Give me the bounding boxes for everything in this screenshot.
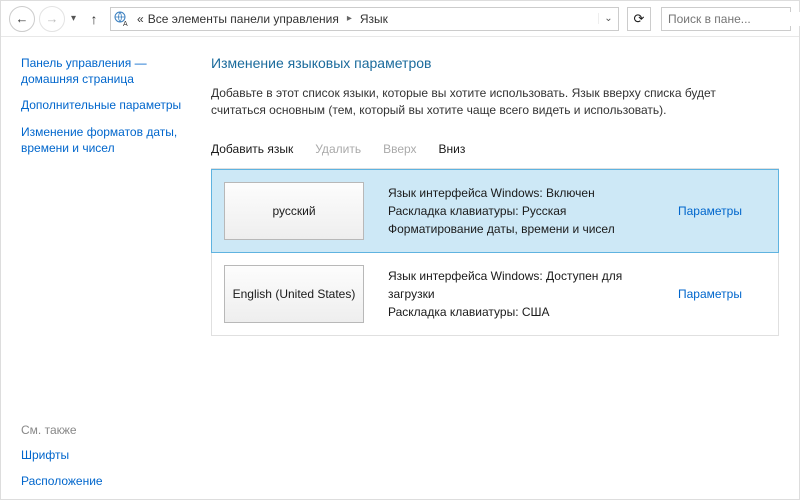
language-options-cell: Параметры (678, 253, 778, 335)
sidebar-location-link[interactable]: Расположение (21, 473, 201, 489)
breadcrumb-item[interactable]: Язык (360, 12, 388, 26)
navigation-bar: ← → ▾ ↑ A « Все элементы панели управлен… (1, 1, 799, 37)
forward-button[interactable]: → (39, 6, 65, 32)
language-handle[interactable]: English (United States) (224, 265, 364, 323)
sidebar: Панель управления — домашняя страница До… (1, 37, 201, 499)
language-info-line: Язык интерфейса Windows: Доступен для за… (388, 267, 666, 303)
back-button[interactable]: ← (9, 6, 35, 32)
language-info-line: Язык интерфейса Windows: Включен (388, 184, 666, 202)
breadcrumb-item[interactable]: Все элементы панели управления (148, 12, 339, 26)
refresh-button[interactable]: ⟳ (627, 7, 651, 31)
language-info-line: Раскладка клавиатуры: Русская (388, 202, 666, 220)
address-dropdown[interactable]: ⌄ (598, 13, 618, 24)
language-list: русскийЯзык интерфейса Windows: ВключенР… (211, 168, 779, 336)
content-body: Панель управления — домашняя страница До… (1, 37, 799, 499)
language-row[interactable]: русскийЯзык интерфейса Windows: ВключенР… (211, 169, 779, 253)
breadcrumb[interactable]: « Все элементы панели управления ▸ Язык (133, 12, 598, 26)
language-row[interactable]: English (United States) Язык интерфейса W… (211, 253, 779, 336)
language-options-link[interactable]: Параметры (678, 287, 742, 301)
language-info: Язык интерфейса Windows: ВключенРаскладк… (376, 170, 678, 252)
language-options-cell: Параметры (678, 170, 778, 252)
language-info-line: Форматирование даты, времени и чисел (388, 220, 666, 238)
main-content: Изменение языковых параметров Добавьте в… (201, 37, 799, 499)
remove-language-button[interactable]: Удалить (315, 142, 361, 156)
language-options-link[interactable]: Параметры (678, 204, 742, 218)
search-input[interactable] (662, 12, 800, 26)
page-title: Изменение языковых параметров (211, 55, 779, 71)
language-icon: A (111, 11, 133, 27)
up-button[interactable]: ↑ (84, 9, 104, 29)
language-handle[interactable]: русский (224, 182, 364, 240)
breadcrumb-prefix: « (137, 12, 144, 26)
breadcrumb-separator: ▸ (343, 13, 356, 24)
sidebar-see-also-label: См. также (21, 423, 201, 437)
page-description: Добавьте в этот список языки, которые вы… (211, 85, 731, 120)
sidebar-fonts-link[interactable]: Шрифты (21, 447, 201, 463)
sidebar-advanced-link[interactable]: Дополнительные параметры (21, 97, 201, 113)
search-box[interactable]: 🔍 (661, 7, 791, 31)
address-bar[interactable]: A « Все элементы панели управления ▸ Язы… (110, 7, 619, 31)
svg-text:A: A (123, 21, 128, 27)
sidebar-home-link[interactable]: Панель управления — домашняя страница (21, 55, 201, 87)
control-panel-window: ← → ▾ ↑ A « Все элементы панели управлен… (0, 0, 800, 500)
add-language-button[interactable]: Добавить язык (211, 142, 293, 156)
language-info: Язык интерфейса Windows: Доступен для за… (376, 253, 678, 335)
sidebar-formats-link[interactable]: Изменение форматов даты, времени и чисел (21, 124, 201, 156)
move-up-button[interactable]: Вверх (383, 142, 416, 156)
history-dropdown-caret[interactable]: ▾ (69, 13, 78, 24)
move-down-button[interactable]: Вниз (439, 142, 466, 156)
language-toolbar: Добавить язык Удалить Вверх Вниз (211, 140, 779, 158)
language-info-line: Раскладка клавиатуры: США (388, 303, 666, 321)
